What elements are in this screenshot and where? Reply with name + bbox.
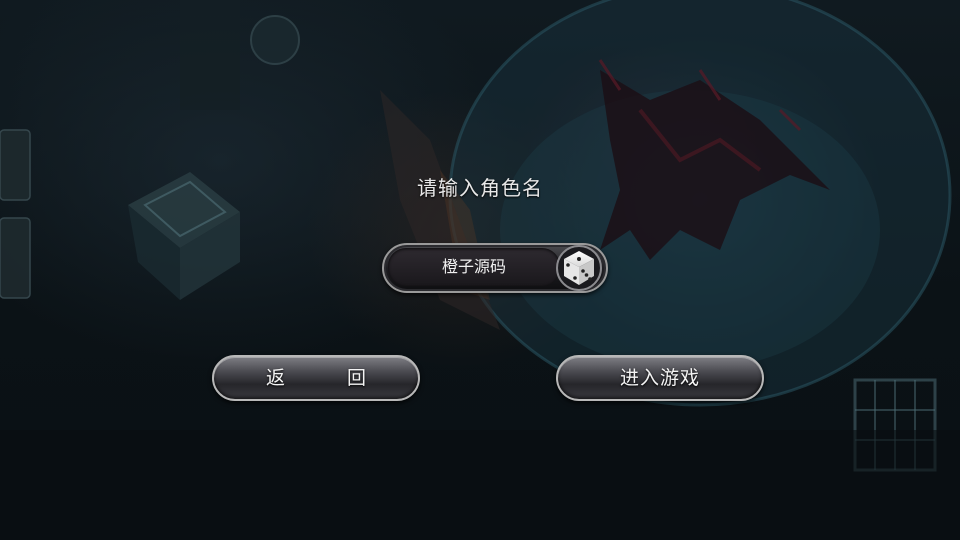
name-prompt-label: 请输入角色名: [417, 176, 543, 200]
back-button[interactable]: 返 回: [212, 355, 420, 401]
character-name-input[interactable]: [388, 248, 560, 286]
enter-game-button[interactable]: 进入游戏: [556, 355, 764, 401]
character-create-screen: 请输入角色名 橙子源码 返 回 进入游戏: [0, 0, 960, 540]
name-input-group: [382, 243, 608, 293]
dice-icon[interactable]: [556, 245, 602, 291]
